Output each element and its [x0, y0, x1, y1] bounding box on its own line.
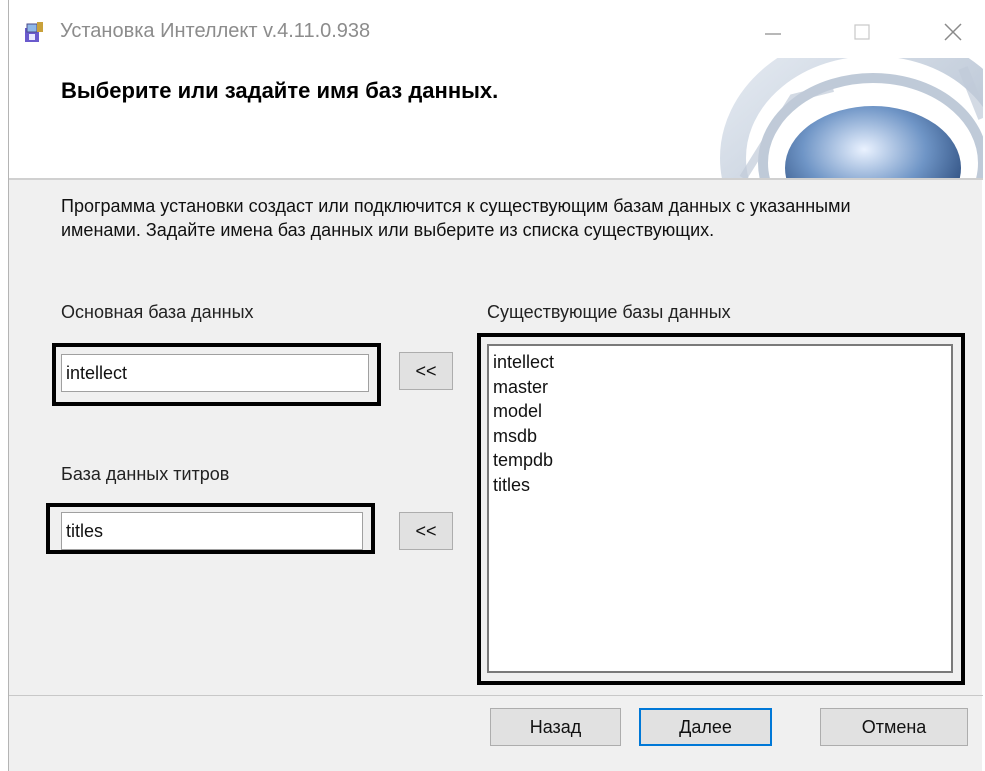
installer-window: Установка Интеллект v.4.11.0.938 Выберит…	[8, 0, 983, 771]
list-item[interactable]: intellect	[493, 350, 951, 375]
maximize-icon	[854, 24, 870, 40]
installer-app-icon	[25, 22, 43, 42]
titles-db-input[interactable]: titles	[61, 512, 363, 550]
titles-db-select-button[interactable]: <<	[399, 512, 453, 550]
list-item[interactable]: titles	[493, 473, 951, 498]
list-item[interactable]: msdb	[493, 424, 951, 449]
list-item[interactable]: tempdb	[493, 448, 951, 473]
back-button[interactable]: Назад	[490, 708, 621, 746]
cancel-button[interactable]: Отмена	[820, 708, 968, 746]
banner-decoration	[720, 58, 983, 178]
list-item[interactable]: model	[493, 399, 951, 424]
minimize-icon	[765, 33, 781, 35]
titles-db-label: База данных титров	[61, 464, 230, 484]
minimize-button[interactable]	[753, 14, 793, 50]
existing-db-label: Существующие базы данных	[487, 302, 731, 322]
existing-db-list[interactable]: intellect master model msdb tempdb title…	[487, 344, 953, 673]
page-heading: Выберите или задайте имя баз данных.	[61, 78, 499, 103]
next-button[interactable]: Далее	[639, 708, 772, 746]
window-title: Установка Интеллект v.4.11.0.938	[60, 20, 371, 42]
main-db-label: Основная база данных	[61, 302, 254, 322]
footer-divider	[9, 695, 983, 696]
list-item[interactable]: master	[493, 375, 951, 400]
main-db-input[interactable]: intellect	[61, 354, 369, 392]
maximize-button[interactable]	[842, 14, 882, 50]
close-icon	[944, 23, 962, 41]
description-text: Программа установки создаст или подключи…	[61, 196, 851, 240]
title-bar: Установка Интеллект v.4.11.0.938	[9, 0, 983, 58]
header-banner: Выберите или задайте имя баз данных.	[9, 58, 983, 180]
close-button[interactable]	[933, 14, 973, 50]
main-db-select-button[interactable]: <<	[399, 352, 453, 390]
